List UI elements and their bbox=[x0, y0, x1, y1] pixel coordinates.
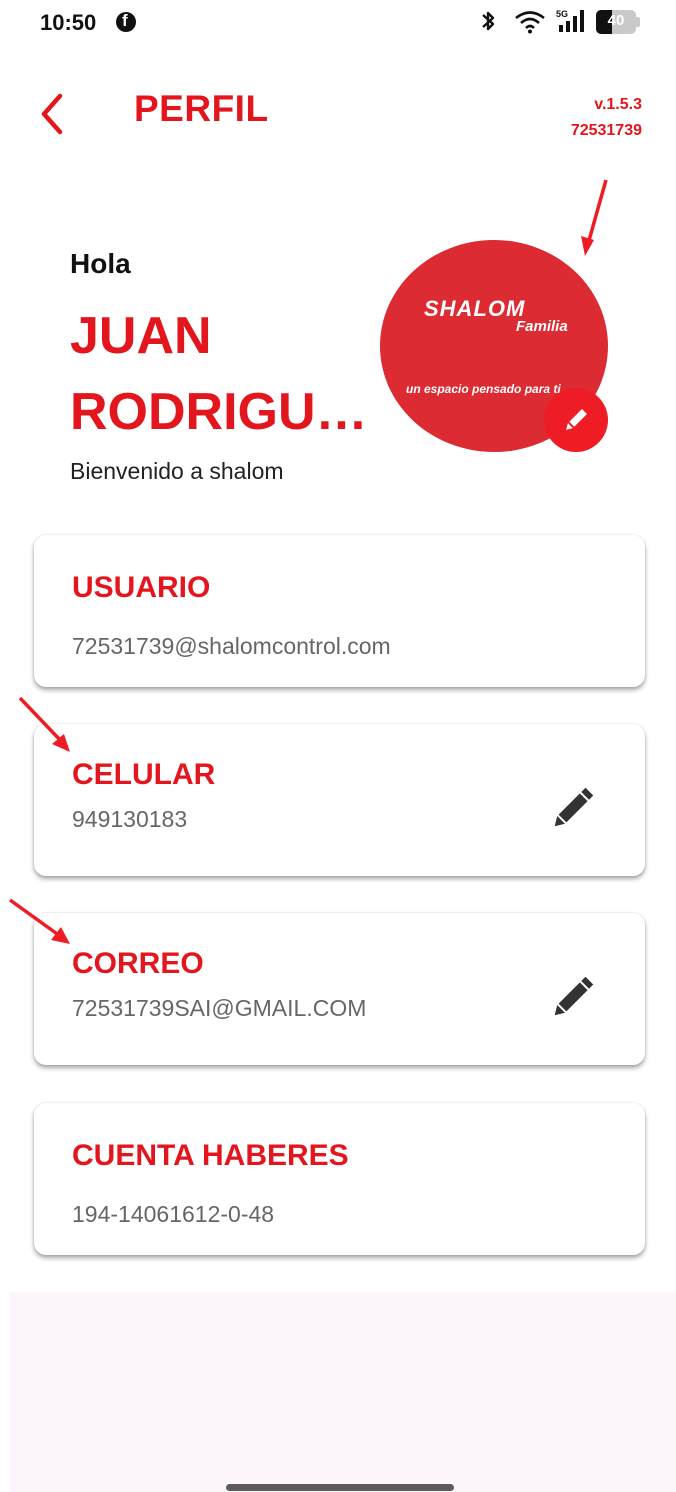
usuario-label: USUARIO bbox=[72, 571, 211, 604]
battery-level: 40 bbox=[607, 12, 625, 29]
app-version: v.1.5.3 bbox=[594, 96, 642, 113]
correo-card: CORREO 72531739SAI@GMAIL.COM bbox=[34, 913, 645, 1065]
svg-text:5G: 5G bbox=[556, 9, 568, 19]
facebook-icon: f bbox=[116, 11, 136, 32]
avatar-sub: Familia bbox=[516, 318, 568, 335]
back-button[interactable] bbox=[30, 88, 78, 140]
chevron-left-icon bbox=[41, 93, 63, 135]
celular-card: CELULAR 949130183 bbox=[34, 724, 645, 876]
welcome-text: Bienvenido a shalom bbox=[70, 458, 284, 484]
annotation-arrow-correo bbox=[8, 898, 70, 944]
wifi-icon bbox=[514, 10, 546, 39]
pencil-icon bbox=[554, 787, 594, 827]
edit-avatar-button[interactable] bbox=[544, 388, 608, 452]
cuenta-card: CUENTA HABERES 194-14061612-0-48 bbox=[34, 1103, 645, 1255]
annotation-arrow-avatar bbox=[581, 179, 608, 256]
cuenta-value: 194-14061612-0-48 bbox=[72, 1201, 275, 1227]
avatar-brand: SHALOM bbox=[424, 296, 526, 321]
correo-label: CORREO bbox=[72, 947, 204, 977]
cuenta-label: CUENTA HABERES bbox=[72, 1139, 349, 1172]
status-bar: 10:50 f 5G 40 bbox=[0, 0, 676, 56]
celular-label: CELULAR bbox=[72, 758, 216, 788]
edit-correo-button[interactable] bbox=[543, 971, 599, 1027]
home-indicator[interactable] bbox=[226, 1484, 454, 1491]
page-title: PERFIL bbox=[134, 88, 269, 129]
avatar-slogan: un espacio pensado para ti bbox=[406, 382, 561, 396]
edit-celular-button[interactable] bbox=[543, 782, 599, 838]
version-info: v.1.5.3 72531739 bbox=[571, 92, 642, 144]
annotation-arrow-celular bbox=[18, 696, 70, 752]
bluetooth-icon bbox=[478, 9, 500, 39]
correo-value: 72531739SAI@GMAIL.COM bbox=[72, 995, 367, 1021]
signal-icon: 5G bbox=[556, 8, 590, 39]
celular-value: 949130183 bbox=[72, 806, 188, 832]
status-time: 10:50 bbox=[40, 10, 97, 35]
user-code: 72531739 bbox=[570, 122, 642, 139]
pencil-icon bbox=[566, 409, 587, 430]
profile-screen: 10:50 f 5G 40 PERFIL v.1.5.3 72531739 Ho… bbox=[0, 0, 676, 1492]
greeting: Hola bbox=[70, 248, 131, 279]
battery-icon: 40 bbox=[596, 10, 640, 34]
usuario-value: 72531739@shalomcontrol.com bbox=[72, 633, 391, 659]
user-name: JUAN RODRIGU… bbox=[70, 307, 368, 441]
pencil-icon bbox=[554, 976, 594, 1016]
bottom-panel bbox=[10, 1292, 676, 1492]
usuario-card: USUARIO 72531739@shalomcontrol.com bbox=[34, 535, 645, 687]
